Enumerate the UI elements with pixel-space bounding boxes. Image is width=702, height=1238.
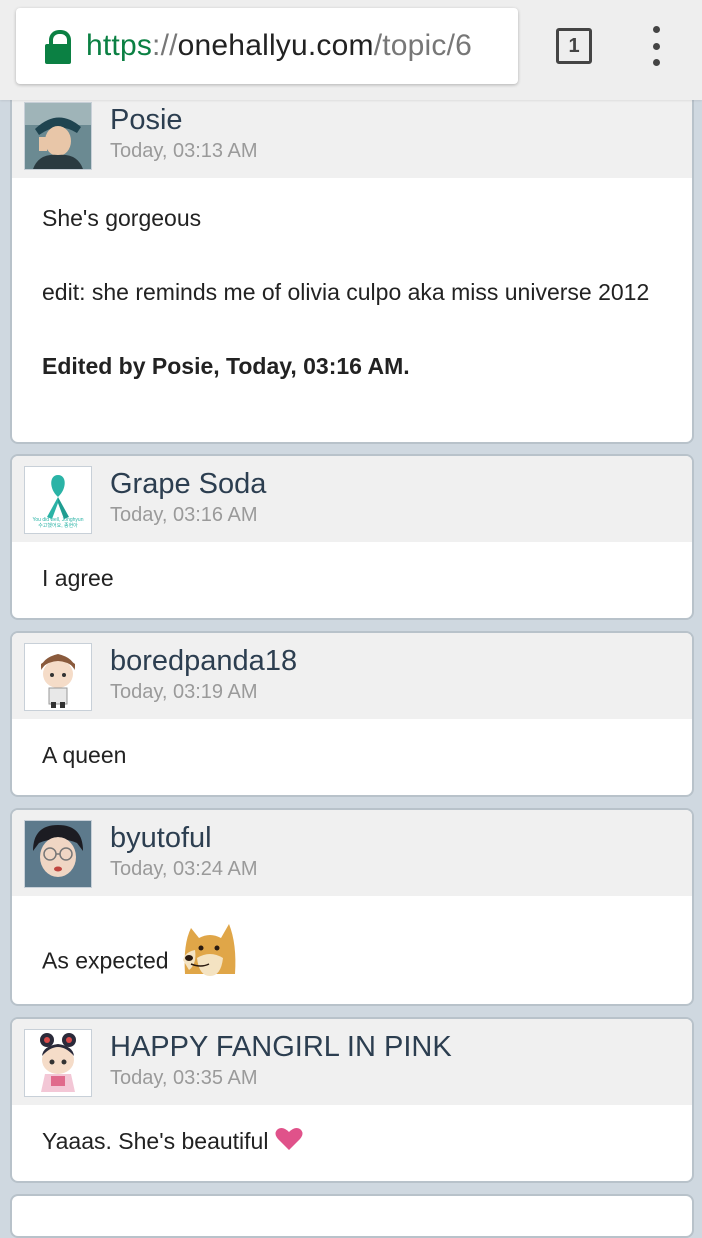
post-body: Yaaas. She's beautiful (12, 1105, 692, 1161)
forum-post: HAPPY FANGIRL IN PINK Today, 03:35 AM Ya… (10, 1017, 694, 1183)
post-text: I agree (42, 565, 114, 591)
post-header: Posie Today, 03:13 AM (12, 92, 692, 178)
post-body: I agree (12, 542, 692, 596)
overflow-menu-icon[interactable] (648, 26, 664, 66)
url-path: /topic/6 (373, 29, 473, 62)
post-header: byutoful Today, 03:24 AM (12, 810, 692, 896)
post-body: She's gorgeous edit: she reminds me of o… (12, 178, 692, 384)
post-timestamp: Today, 03:24 AM (110, 858, 258, 880)
forum-post: You did well, Jonghyun 수고했어요, 종현아 Grape … (10, 454, 694, 620)
avatar[interactable] (24, 1029, 92, 1097)
post-header: HAPPY FANGIRL IN PINK Today, 03:35 AM (12, 1019, 692, 1105)
post-text: A queen (42, 742, 127, 768)
post-text: She's gorgeous (42, 205, 202, 231)
doge-emoji (175, 914, 245, 1004)
forum-post-partial (10, 1194, 694, 1238)
forum-post: byutoful Today, 03:24 AM As expected (10, 808, 694, 1006)
post-body: As expected (12, 896, 692, 1004)
post-text: As expected (42, 947, 169, 974)
post-text: Yaaas. She's beautiful (42, 1128, 269, 1154)
post-body: A queen (12, 719, 692, 773)
post-timestamp: Today, 03:35 AM (110, 1067, 258, 1089)
post-username[interactable]: Posie (110, 104, 183, 137)
forum-post: Posie Today, 03:13 AM She's gorgeous edi… (10, 90, 694, 444)
avatar[interactable]: You did well, Jonghyun 수고했어요, 종현아 (24, 466, 92, 534)
url-host: onehallyu.com (177, 29, 374, 62)
post-username[interactable]: HAPPY FANGIRL IN PINK (110, 1031, 452, 1064)
avatar[interactable] (24, 820, 92, 888)
avatar-caption-korean: 수고했어요, 종현아 (38, 523, 78, 529)
post-username[interactable]: Grape Soda (110, 468, 266, 501)
post-username[interactable]: byutoful (110, 822, 212, 855)
address-bar[interactable]: https://onehallyu.com/topic/6 (16, 8, 518, 84)
post-timestamp: Today, 03:19 AM (110, 681, 258, 703)
post-username[interactable]: boredpanda18 (110, 645, 297, 678)
post-header: boredpanda18 Today, 03:19 AM (12, 633, 692, 719)
browser-toolbar: https://onehallyu.com/topic/6 1 (0, 0, 702, 100)
url-separator: :// (152, 29, 178, 62)
post-timestamp: Today, 03:16 AM (110, 504, 258, 526)
url-scheme: https (86, 29, 153, 62)
url-text[interactable]: https://onehallyu.com/topic/6 (86, 29, 472, 63)
lock-icon (42, 26, 74, 66)
heart-icon (275, 1125, 303, 1161)
post-text: edit: she reminds me of olivia culpo aka… (42, 279, 650, 305)
post-timestamp: Today, 03:13 AM (110, 140, 258, 162)
avatar[interactable] (24, 643, 92, 711)
tab-switcher-button[interactable]: 1 (556, 28, 592, 64)
forum-post: boredpanda18 Today, 03:19 AM A queen (10, 631, 694, 797)
avatar[interactable] (24, 102, 92, 170)
post-header: You did well, Jonghyun 수고했어요, 종현아 Grape … (12, 456, 692, 542)
edited-note: Edited by Posie, Today, 03:16 AM. (42, 353, 410, 379)
